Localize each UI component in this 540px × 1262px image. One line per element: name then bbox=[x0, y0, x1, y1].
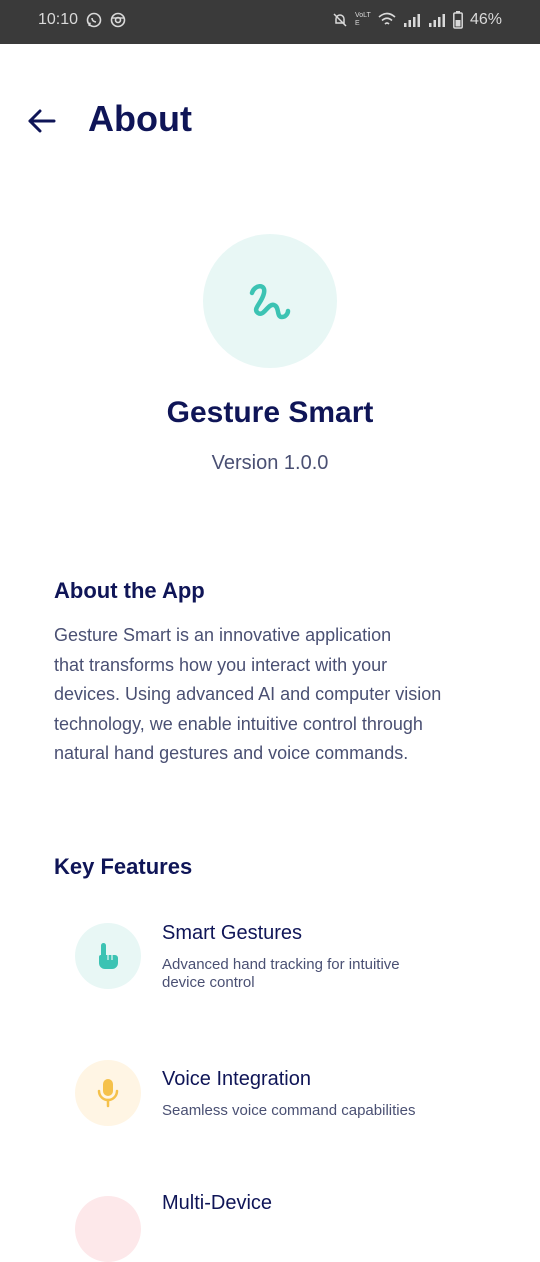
header: About bbox=[0, 90, 540, 150]
feature-item-smart-gestures: Smart Gestures Advanced hand tracking fo… bbox=[0, 920, 540, 1000]
status-time: 10:10 bbox=[38, 11, 79, 28]
features-section-title: Key Features bbox=[54, 854, 193, 879]
feature-icon-bg bbox=[75, 1060, 141, 1126]
devices-icon bbox=[75, 1196, 141, 1262]
status-left: 10:10 bbox=[38, 11, 126, 29]
microphone-icon bbox=[97, 1079, 119, 1108]
chrome-icon bbox=[110, 12, 126, 28]
about-line: devices. Using advanced AI and computer … bbox=[54, 684, 442, 704]
app-version: Version 1.0.0 bbox=[211, 452, 329, 474]
about-description: Gesture Smart is an innovative applicati… bbox=[54, 621, 486, 769]
status-right: VoLTE 46% bbox=[332, 11, 502, 29]
app-logo bbox=[203, 234, 337, 368]
volte-label: VoLTE bbox=[354, 12, 371, 27]
feature-description: Seamless voice command capabilities bbox=[162, 1102, 462, 1120]
status-bar: 10:10 VoLTE 46% bbox=[0, 0, 540, 44]
back-button[interactable] bbox=[24, 104, 58, 138]
signal-icon-2 bbox=[428, 12, 446, 28]
feature-item-multi-device: Multi-Device bbox=[0, 1192, 540, 1262]
page-title: About bbox=[88, 98, 192, 139]
back-arrow-icon bbox=[28, 109, 56, 133]
battery-icon bbox=[453, 11, 463, 29]
whatsapp-icon bbox=[86, 12, 102, 28]
signal-icon bbox=[403, 12, 421, 28]
wifi-icon bbox=[378, 12, 396, 28]
feature-icon-bg bbox=[75, 923, 141, 989]
about-line: Gesture Smart is an innovative applicati… bbox=[54, 625, 392, 645]
feature-desc-line: Advanced hand tracking for intuitive bbox=[162, 956, 400, 973]
feature-item-voice-integration: Voice Integration Seamless voice command… bbox=[0, 1060, 540, 1130]
hand-pointer-icon bbox=[99, 943, 118, 969]
mute-bell-icon bbox=[332, 12, 348, 28]
about-section-title: About the App bbox=[54, 578, 205, 603]
battery-level: 46% bbox=[469, 11, 502, 28]
about-line: technology, we enable intuitive control … bbox=[54, 713, 423, 734]
about-line: natural hand gestures and voice commands… bbox=[54, 743, 409, 763]
feature-desc-line: device control bbox=[162, 974, 255, 991]
feature-desc-line: Seamless voice command capabilities bbox=[162, 1102, 416, 1119]
squiggle-logo-icon bbox=[249, 284, 291, 320]
feature-title: Voice Integration bbox=[162, 1068, 311, 1090]
feature-title: Smart Gestures bbox=[162, 922, 303, 944]
feature-description: Advanced hand tracking for intuitive dev… bbox=[162, 956, 462, 992]
app-name: Gesture Smart bbox=[166, 396, 374, 429]
about-line: that transforms how you interact with yo… bbox=[54, 654, 388, 675]
